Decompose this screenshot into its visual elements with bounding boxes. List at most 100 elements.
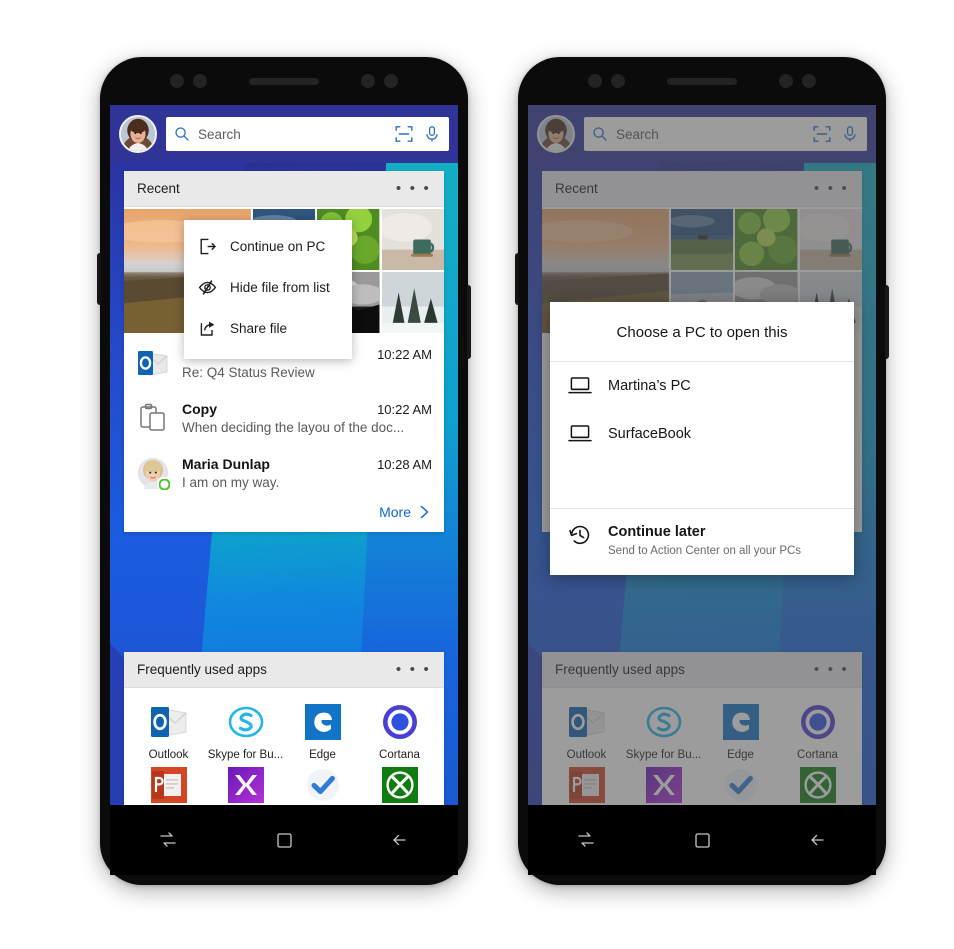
device-item-martinas-pc[interactable]: Martina’s PC [550, 362, 854, 410]
home-button[interactable] [264, 823, 304, 857]
avatar-photo-icon [121, 117, 155, 151]
device-label: Martina’s PC [608, 378, 691, 394]
menu-item-share-file[interactable]: Share file [184, 308, 352, 349]
phone-top-bezel [518, 57, 886, 105]
status-badge [157, 477, 171, 491]
back-arrow-icon [393, 834, 406, 846]
scan-icon[interactable] [395, 125, 413, 143]
snowy-pine-trees-photo [381, 272, 444, 333]
recent-list: Re: Q4 Status Review 10:22 AM Re: Q4 Sta… [124, 333, 444, 532]
search-actions [395, 125, 441, 143]
photo-tile[interactable] [381, 209, 444, 270]
list-item-time: 10:22 AM [377, 347, 432, 362]
app-outlook[interactable]: Outlook [130, 702, 207, 761]
photo-tile[interactable] [381, 272, 444, 333]
hide-eye-icon [198, 280, 217, 295]
mixer-create-icon [226, 765, 266, 805]
menu-item-continue-on-pc[interactable]: Continue on PC [184, 226, 352, 267]
sensor-dot-icon [802, 74, 816, 88]
home-square-icon [276, 832, 292, 848]
front-sensors-right [779, 74, 816, 88]
contact-avatar [136, 456, 171, 491]
recents-button[interactable] [566, 823, 606, 857]
phone-right: Search R [515, 57, 889, 885]
powerpoint-icon [149, 765, 189, 805]
app-cortana[interactable]: Cortana [361, 702, 438, 761]
apps-overflow-button[interactable]: • • • [396, 662, 431, 677]
power-button[interactable] [467, 285, 471, 359]
recents-button[interactable] [148, 823, 188, 857]
sensor-dot-icon [384, 74, 398, 88]
sensor-dot-icon [779, 74, 793, 88]
android-nav-bar [110, 805, 458, 875]
app-edge[interactable]: Edge [284, 702, 361, 761]
menu-item-label: Hide file from list [230, 280, 330, 295]
app-label: Edge [309, 749, 336, 761]
list-item-time: 10:22 AM [377, 402, 432, 417]
to-do-icon [303, 765, 343, 805]
continue-later-text: Continue later Send to Action Center on … [608, 523, 801, 559]
app-mixer-create[interactable]: Mixer Create [207, 765, 284, 805]
earpiece-speaker [249, 77, 319, 85]
phone-screen-left: Search Recent • • • 10:22 AM Re: Q4 Stat… [110, 105, 458, 805]
menu-item-label: Share file [230, 321, 288, 336]
microphone-icon[interactable] [423, 125, 441, 143]
list-item-top: Copy 10:22 AM [182, 401, 432, 417]
search-icon [175, 127, 189, 141]
apps-card-title: Frequently used apps [137, 662, 267, 677]
clipboard-icon [136, 401, 170, 435]
back-button[interactable] [380, 823, 420, 857]
continue-later-item[interactable]: Continue later Send to Action Center on … [550, 508, 854, 575]
front-sensors-right [361, 74, 398, 88]
app-to-do[interactable]: To-Do [284, 765, 361, 805]
continue-later-title: Continue later [608, 524, 706, 540]
menu-item-label: Continue on PC [230, 239, 326, 254]
volume-button[interactable] [97, 253, 101, 305]
android-nav-bar [528, 805, 876, 875]
recents-icon [160, 832, 176, 847]
coffee-mug-photo [381, 209, 444, 270]
back-button[interactable] [798, 823, 838, 857]
recents-icon [578, 832, 594, 847]
home-square-icon [694, 832, 710, 848]
back-arrow-icon [811, 834, 824, 846]
sensor-dot-icon [588, 74, 602, 88]
avatar[interactable] [119, 115, 157, 153]
laptop-icon [568, 377, 592, 394]
laptop-icon [568, 425, 592, 442]
list-item-body: Maria Dunlap 10:28 AM I am on my way. [182, 456, 432, 490]
earpiece-speaker [667, 77, 737, 85]
app-skype-for-business[interactable]: Skype for Bu... [207, 702, 284, 761]
list-item[interactable]: Copy 10:22 AM When deciding the layou of… [124, 390, 444, 445]
list-item-body: Copy 10:22 AM When deciding the layou of… [182, 401, 432, 435]
list-item-top: Maria Dunlap 10:28 AM [182, 456, 432, 472]
more-button[interactable]: More [124, 500, 444, 532]
app-powerpoint[interactable]: PowerPoint [130, 765, 207, 805]
list-item[interactable]: Maria Dunlap 10:28 AM I am on my way. [124, 445, 444, 500]
search-placeholder-text: Search [198, 126, 241, 142]
home-button[interactable] [682, 823, 722, 857]
power-button[interactable] [885, 285, 889, 359]
device-label: SurfaceBook [608, 426, 692, 442]
outlook-icon [136, 346, 170, 380]
search-input[interactable]: Search [166, 117, 449, 151]
app-label: Outlook [148, 749, 189, 761]
cortana-icon [380, 702, 420, 742]
device-item-surfacebook[interactable]: SurfaceBook [550, 410, 854, 458]
phone-top-bezel [100, 57, 468, 105]
list-item-subtitle: I am on my way. [182, 475, 280, 490]
front-camera-icon [193, 74, 207, 88]
app-xbox[interactable]: Xbox [361, 765, 438, 805]
app-label: Cortana [379, 749, 420, 761]
list-item-subtitle: When deciding the layou of the doc... [182, 420, 405, 435]
frequent-apps-card: Frequently used apps • • • [124, 652, 444, 805]
list-item-time: 10:28 AM [377, 457, 432, 472]
share-icon [200, 321, 215, 336]
history-clock-icon [569, 525, 590, 545]
list-item-title: Copy [182, 401, 217, 417]
skype-for-business-icon [226, 702, 266, 742]
list-item-subtitle: Re: Q4 Status Review [182, 365, 315, 380]
recent-overflow-button[interactable]: • • • [396, 181, 431, 196]
menu-item-hide-file[interactable]: Hide file from list [184, 267, 352, 308]
volume-button[interactable] [515, 253, 519, 305]
